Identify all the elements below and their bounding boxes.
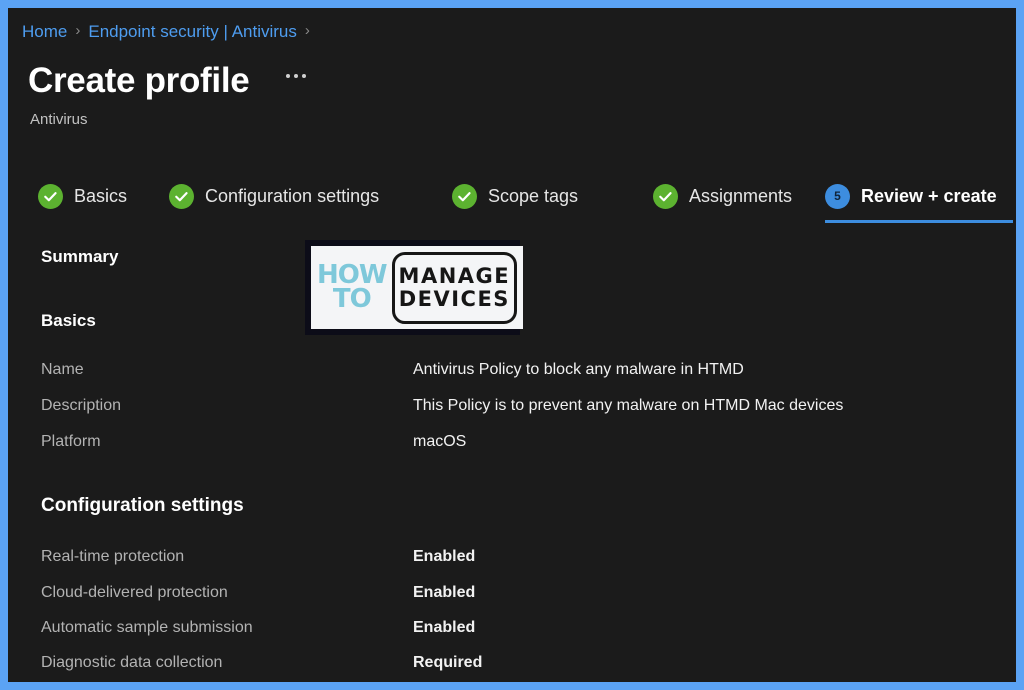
summary-heading: Summary: [41, 247, 119, 266]
row-value: Required: [413, 654, 483, 671]
summary-row-diagnostic-data-collection: Diagnostic data collection Required: [41, 649, 971, 677]
watermark-devices-text: DEVICES: [398, 286, 510, 311]
row-value: Enabled: [413, 619, 476, 636]
check-circle-icon: [38, 183, 63, 209]
wizard-step-label: Configuration settings: [205, 185, 380, 206]
active-step-underline: [825, 220, 1013, 223]
wizard-step-label: Basics: [74, 185, 128, 206]
configuration-settings-heading: Configuration settings: [41, 495, 244, 516]
row-label: Description: [41, 397, 122, 414]
ellipsis-dot-icon: [294, 74, 298, 78]
wizard-step-assignments[interactable]: Assignments: [653, 180, 792, 212]
wizard-step-configuration-settings[interactable]: Configuration settings: [169, 180, 379, 212]
row-value: This Policy is to prevent any malware on…: [413, 397, 844, 414]
breadcrumb-item-home[interactable]: Home: [22, 21, 67, 43]
watermark-box: MANAGE DEVICES: [391, 251, 518, 324]
wizard-step-scope-tags[interactable]: Scope tags: [452, 180, 578, 212]
chevron-right-icon: ›: [304, 22, 310, 39]
row-value: Enabled: [413, 584, 476, 601]
check-circle-icon: [653, 183, 678, 209]
chevron-right-icon: ›: [75, 22, 81, 39]
summary-row-real-time-protection: Real-time protection Enabled: [41, 543, 971, 571]
page-subtitle: Antivirus: [30, 111, 88, 128]
breadcrumb: Home › Endpoint security | Antivirus ›: [22, 21, 318, 43]
watermark-howto: HOW TO: [317, 262, 392, 314]
wizard-step-label: Scope tags: [488, 185, 579, 206]
row-label: Automatic sample submission: [41, 619, 253, 636]
step-number-badge: 5: [825, 183, 850, 209]
azure-portal-blade: Home › Endpoint security | Antivirus › C…: [8, 8, 1016, 682]
summary-row-description: Description This Policy is to prevent an…: [41, 392, 971, 420]
wizard-step-review-create[interactable]: 5 Review + create: [825, 180, 997, 212]
watermark-to-text: TO: [332, 283, 372, 314]
row-label: Real-time protection: [41, 548, 185, 565]
summary-row-cloud-delivered-protection: Cloud-delivered protection Enabled: [41, 579, 971, 607]
watermark-manage-text: MANAGE: [398, 263, 511, 288]
wizard-step-label: Assignments: [689, 185, 793, 206]
row-value: Antivirus Policy to block any malware in…: [413, 361, 744, 378]
summary-row-automatic-sample-submission: Automatic sample submission Enabled: [41, 614, 971, 642]
check-circle-icon: [452, 183, 477, 209]
row-label: Diagnostic data collection: [41, 654, 223, 671]
ellipsis-dot-icon: [286, 74, 290, 78]
watermark-logo: HOW TO MANAGE DEVICES: [305, 240, 524, 335]
ellipsis-dot-icon: [302, 74, 306, 78]
basics-heading: Basics: [41, 311, 96, 330]
summary-row-name: Name Antivirus Policy to block any malwa…: [41, 356, 971, 384]
row-value: Enabled: [413, 548, 476, 565]
more-options-button[interactable]: [286, 74, 306, 78]
row-label: Cloud-delivered protection: [41, 584, 228, 601]
page-title: Create profile: [28, 61, 250, 100]
check-circle-icon: [169, 183, 194, 209]
breadcrumb-item-endpoint-security[interactable]: Endpoint security | Antivirus: [88, 21, 297, 43]
row-value: macOS: [413, 433, 467, 450]
row-label: Platform: [41, 433, 101, 450]
wizard-steps: Basics Configuration settings Scope tags…: [38, 180, 1016, 230]
wizard-step-basics[interactable]: Basics: [38, 180, 127, 212]
row-label: Name: [41, 361, 84, 378]
watermark-inner: HOW TO MANAGE DEVICES: [311, 246, 524, 329]
summary-row-platform: Platform macOS: [41, 428, 971, 456]
wizard-step-label: Review + create: [861, 185, 997, 206]
